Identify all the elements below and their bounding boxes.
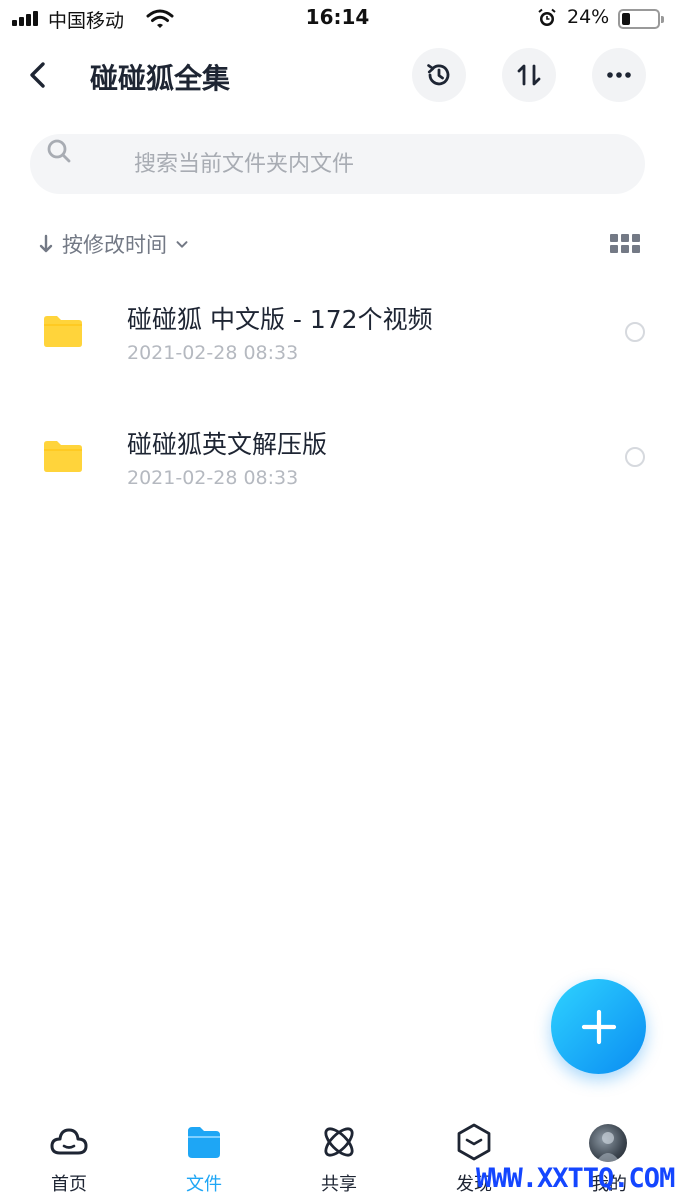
tab-files[interactable]: 文件 bbox=[149, 1122, 259, 1198]
avatar-image bbox=[596, 1132, 620, 1162]
add-button[interactable] bbox=[551, 979, 646, 1074]
back-chevron-icon[interactable] bbox=[22, 58, 56, 92]
avatar bbox=[589, 1124, 627, 1162]
folder-icon bbox=[44, 441, 82, 472]
more-button[interactable] bbox=[592, 48, 646, 102]
cube-icon bbox=[457, 1123, 491, 1161]
tab-share[interactable]: 共享 bbox=[284, 1122, 394, 1198]
alarm-icon bbox=[538, 8, 556, 26]
file-date: 2021-02-28 08:33 bbox=[127, 342, 299, 364]
page-title: 碰碰狐全集 bbox=[90, 62, 231, 95]
search-bar[interactable] bbox=[30, 134, 645, 194]
arrow-down-icon bbox=[39, 234, 53, 253]
battery-icon bbox=[618, 9, 664, 29]
select-checkbox[interactable] bbox=[625, 447, 645, 467]
list-item[interactable]: 碰碰狐 中文版 - 172个视频 2021-02-28 08:33 bbox=[0, 276, 675, 386]
chevron-down-icon bbox=[176, 241, 188, 248]
search-icon bbox=[47, 139, 71, 163]
tab-label: 共享 bbox=[321, 1174, 357, 1195]
search-input[interactable] bbox=[134, 148, 614, 180]
sort-selector[interactable]: 按修改时间 bbox=[36, 228, 191, 260]
plus-icon bbox=[581, 1009, 616, 1044]
tab-label: 首页 bbox=[51, 1174, 87, 1195]
more-dots-icon bbox=[607, 72, 631, 78]
tab-label: 文件 bbox=[186, 1174, 222, 1195]
transfer-button[interactable] bbox=[502, 48, 556, 102]
list-item[interactable]: 碰碰狐英文解压版 2021-02-28 08:33 bbox=[0, 401, 675, 511]
tab-home[interactable]: 首页 bbox=[14, 1122, 124, 1198]
cloud-icon bbox=[50, 1128, 88, 1155]
status-bar: 中国移动 16:14 24% bbox=[0, 0, 675, 38]
history-icon bbox=[427, 64, 450, 86]
atom-icon bbox=[324, 1127, 354, 1157]
select-checkbox[interactable] bbox=[625, 322, 645, 342]
transfer-arrows-icon bbox=[517, 64, 541, 86]
battery-fill bbox=[622, 13, 631, 25]
history-button[interactable] bbox=[412, 48, 466, 102]
sort-label: 按修改时间 bbox=[62, 233, 167, 257]
file-date: 2021-02-28 08:33 bbox=[127, 467, 299, 489]
file-name: 碰碰狐 中文版 - 172个视频 bbox=[127, 305, 433, 334]
folder-icon bbox=[44, 316, 82, 347]
battery-percent: 24% bbox=[567, 6, 610, 28]
grid-view-icon[interactable] bbox=[610, 234, 640, 254]
folder-icon bbox=[188, 1127, 220, 1158]
watermark-text: WWW.XXTTQ.COM bbox=[476, 1163, 675, 1194]
file-name: 碰碰狐英文解压版 bbox=[127, 430, 328, 459]
